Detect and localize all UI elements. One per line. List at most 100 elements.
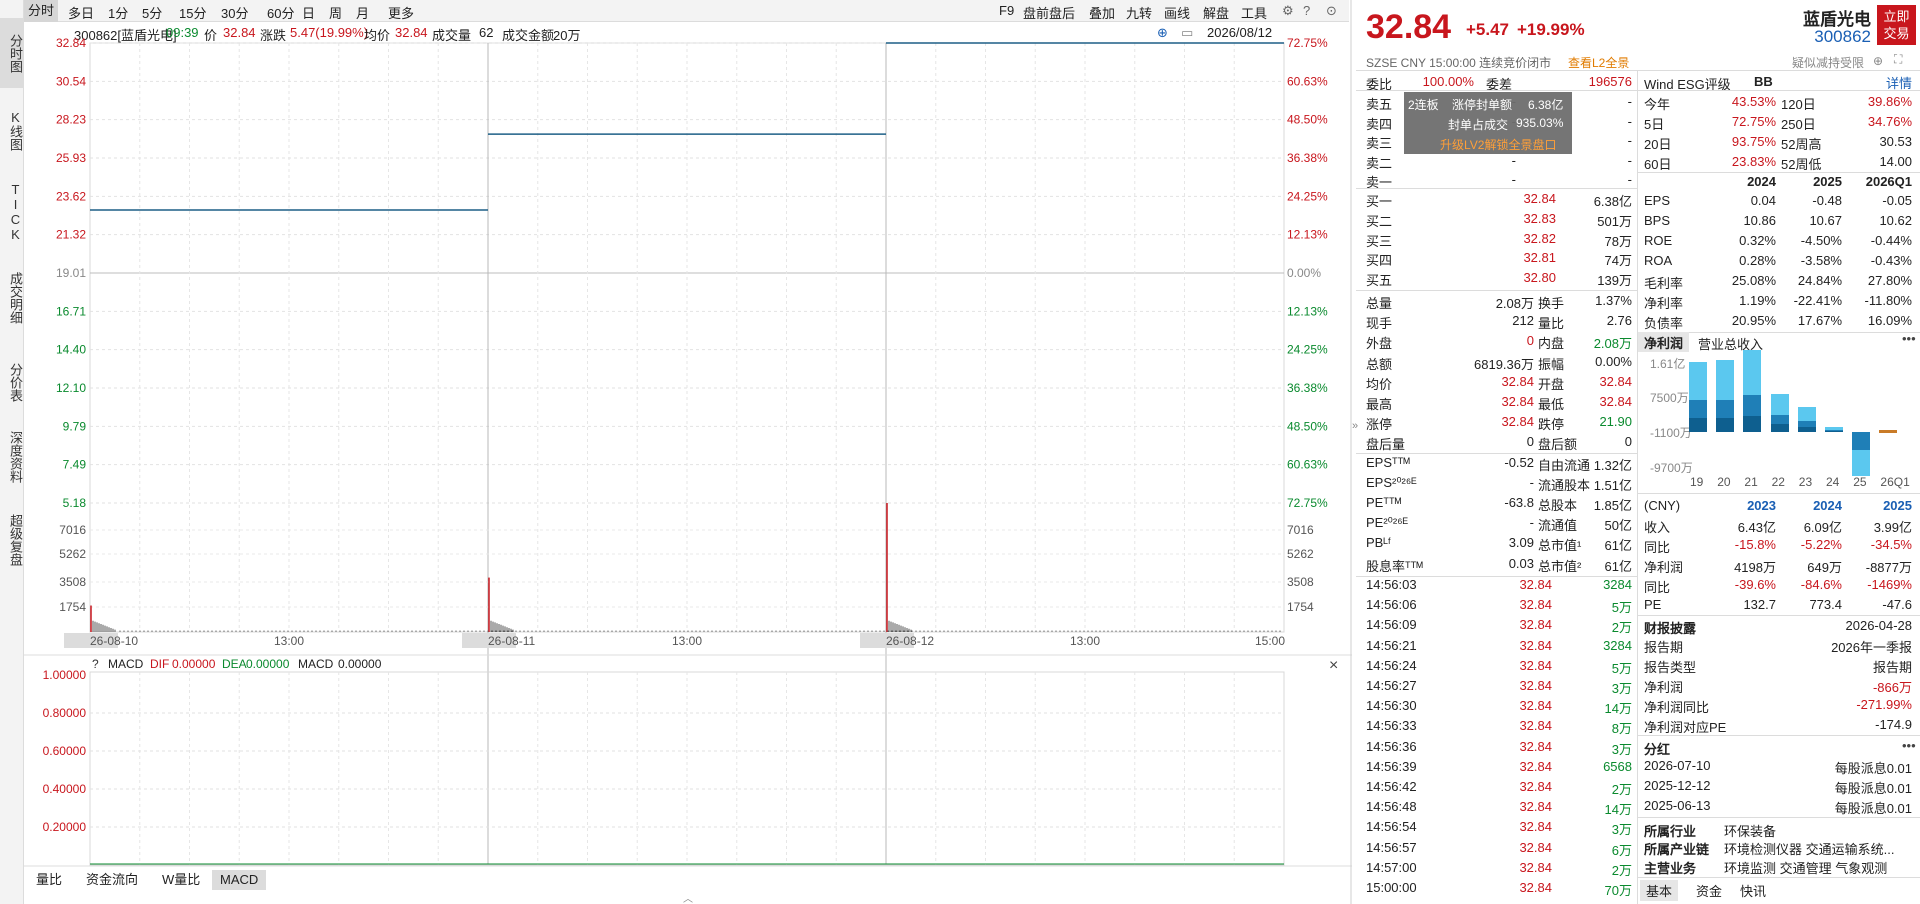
stat-label: PEᵀᵀᴹ — [1366, 495, 1402, 510]
pct-tick: 36.38% — [1287, 151, 1328, 165]
stat-value: 0.00% — [1595, 353, 1632, 369]
indicator-tab-2[interactable]: W量比 — [154, 870, 208, 890]
biz-label: 主营业务 — [1644, 861, 1697, 876]
time-label: 13:00 — [1070, 634, 1100, 648]
tab-net-profit[interactable]: 净利润 — [1638, 332, 1690, 352]
report-value: 报告期 — [1872, 660, 1912, 675]
trade-button[interactable]: 立即 交易 — [1877, 5, 1916, 45]
income-value: 6.43亿 — [1737, 520, 1776, 535]
stat-value: 1.51亿 — [1593, 477, 1632, 493]
stat-value: 32.84 — [1501, 373, 1534, 389]
stat-value: 1.85亿 — [1593, 498, 1632, 513]
fin-year: 2024 — [1747, 174, 1776, 189]
chain-label: 所属产业链 — [1644, 842, 1710, 857]
indicator-tab-0[interactable]: 量比 — [28, 870, 70, 890]
chain: 环境检测仪器 交通运输系统... — [1724, 842, 1895, 857]
price-tick: 14.40 — [56, 343, 86, 357]
stat-value: 1.32亿 — [1593, 457, 1632, 473]
info-tab-0[interactable]: 基本 — [1640, 880, 1679, 901]
tick-volume: 2万 — [1611, 782, 1632, 797]
tick-price: 32.84 — [1519, 738, 1552, 754]
dividend-date: 2025-06-13 — [1644, 798, 1711, 813]
pct-tick: 48.50% — [1287, 419, 1328, 433]
profit-bar — [1879, 430, 1898, 433]
stat-label: 盘后量 — [1366, 437, 1406, 453]
metric-value: 10.67 — [1809, 213, 1842, 228]
income-label: 同比 — [1644, 540, 1671, 555]
stat-label: PE²⁰²⁶ᴱ — [1366, 515, 1408, 531]
pct-tick: 24.25% — [1287, 343, 1328, 357]
macd-title: MACD — [108, 657, 144, 671]
metric-label: 负债率 — [1644, 316, 1684, 331]
stat-value: 61亿 — [1604, 558, 1632, 574]
bar-x-label: 25 — [1853, 475, 1867, 489]
big-price: 32.84 — [1366, 8, 1452, 46]
perf-label: 250日 — [1781, 117, 1816, 132]
tick-time: 14:56:09 — [1366, 617, 1417, 633]
price-tick: 9.79 — [63, 419, 87, 433]
report-date: 2026-04-28 — [1845, 618, 1913, 633]
stat-label: 换手 — [1538, 296, 1565, 311]
stat-value: 2.08万 — [1593, 336, 1632, 352]
bar-x-label: 26Q1 — [1880, 475, 1910, 489]
intraday-chart[interactable]: 32.84 72.75% 30.54 60.63% 28.23 48.50% 25.93 36… — [0, 0, 1352, 904]
bid-volume: 139万 — [1597, 273, 1632, 289]
stat-value: 6819.36万 — [1474, 356, 1534, 372]
macd-dif-label: DIF — [150, 657, 169, 671]
ask-volume: - — [1627, 94, 1632, 109]
metric-value: 25.08% — [1731, 273, 1776, 288]
tick-time: 14:56:06 — [1366, 597, 1417, 613]
indicator-tab-1[interactable]: 资金流向 — [78, 870, 146, 890]
metric-label: BPS — [1644, 213, 1671, 228]
tick-time: 14:56:21 — [1366, 637, 1417, 653]
stat-label: EPS²⁰²⁶ᴱ — [1366, 474, 1417, 490]
more-icon[interactable]: ••• — [1902, 738, 1916, 753]
metric-value: 0.32% — [1739, 233, 1776, 248]
bar-y-tick: 1.61亿 — [1650, 357, 1686, 371]
profit-bar-q — [1797, 427, 1816, 432]
metric-label: EPS — [1644, 193, 1671, 208]
ask-label: 卖二 — [1366, 155, 1393, 171]
income-value: 6.09亿 — [1803, 520, 1842, 535]
bar-x-label: 23 — [1798, 475, 1813, 489]
tick-volume: 2万 — [1611, 620, 1632, 636]
profit-bar-q — [1716, 417, 1735, 432]
more-icon[interactable]: ••• — [1902, 331, 1916, 346]
ask-price: - — [1511, 172, 1516, 188]
bid-label: 买三 — [1366, 233, 1393, 249]
tick-price: 32.84 — [1519, 678, 1552, 693]
macd-dea-label: DEA — [222, 657, 247, 671]
tick-volume: 3万 — [1611, 681, 1632, 696]
dividend-value: 每股派息0.01 — [1834, 801, 1912, 816]
info-tab-1[interactable]: 资金 — [1690, 880, 1728, 901]
perf-value: 34.76% — [1867, 114, 1912, 129]
info-tab-2[interactable]: 快讯 — [1734, 880, 1772, 901]
l2-text: 935.03% — [1516, 116, 1564, 130]
macd-tick: 0.20000 — [43, 820, 87, 834]
income-value: -39.6% — [1734, 577, 1776, 592]
tick-price: 32.84 — [1519, 657, 1552, 673]
bid-label: 买二 — [1366, 213, 1393, 229]
time-label: 26-08-10 — [90, 634, 138, 648]
indicator-tab-3[interactable]: MACD — [212, 870, 267, 890]
tick-volume: 5万 — [1611, 660, 1632, 676]
tick-time: 15:00:00 — [1366, 880, 1417, 895]
income-value: 4198万 — [1734, 560, 1776, 575]
metric-value: -0.05 — [1882, 193, 1912, 208]
metric-value: -3.58% — [1800, 253, 1842, 268]
macd-tick: 1.00000 — [43, 668, 87, 682]
stat-value: 0 — [1526, 434, 1534, 450]
stat-label: 最低 — [1538, 397, 1565, 412]
bar-x-label: 19 — [1690, 475, 1704, 489]
stat-value: 3.09 — [1508, 535, 1534, 551]
l2-overlay[interactable]: 2连板 涨停封单额 6.38亿 封单占成交 935.03% 升级LV2解锁全景盘口 — [1404, 92, 1572, 154]
report-label: 净利润 — [1644, 680, 1684, 695]
perf-label: 52周低 — [1781, 157, 1822, 172]
time-label: 26-08-12 — [886, 634, 934, 648]
price-tick: 5.18 — [63, 496, 87, 510]
indicator-tabs: 量比 资金流向 W量比 MACD — [24, 868, 1349, 890]
bid-volume: 501万 — [1597, 213, 1632, 229]
l2-link[interactable]: 查看L2全景 — [1568, 54, 1629, 71]
bid-price: 32.80 — [1523, 270, 1556, 286]
l2-text: 封单占成交 — [1448, 118, 1509, 132]
